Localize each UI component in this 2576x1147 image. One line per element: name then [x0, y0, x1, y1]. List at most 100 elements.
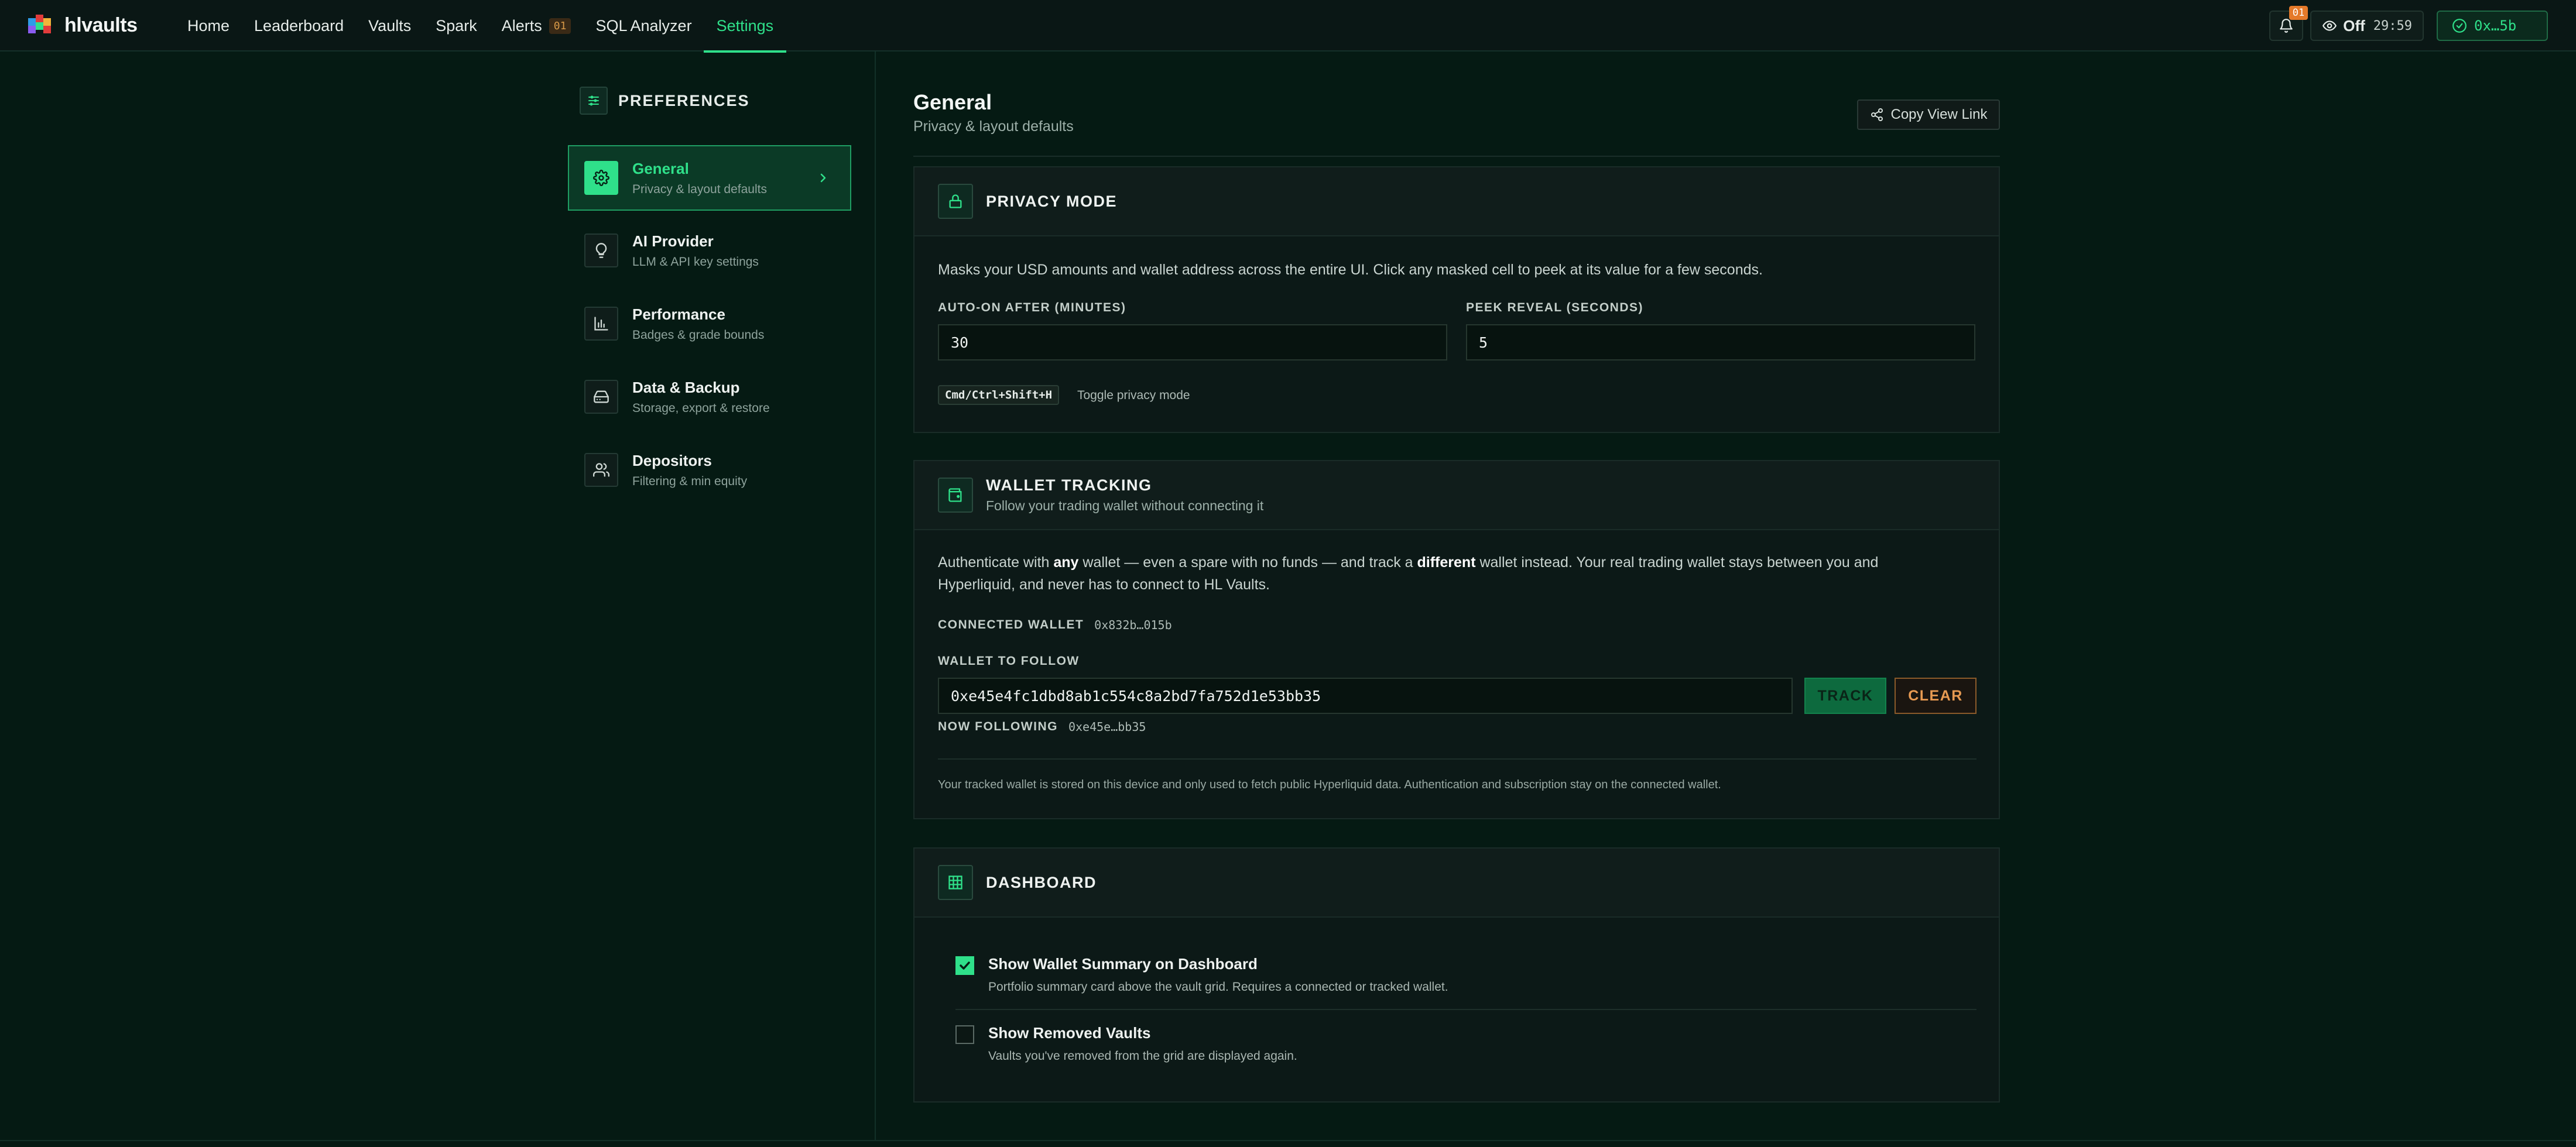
wallet-button[interactable]: 0x…5b [2437, 11, 2548, 41]
wallet-address: 0x…5b [2474, 18, 2517, 34]
preferences-title: PREFERENCES [618, 91, 750, 109]
sidebar-item-sub: Storage, export & restore [632, 401, 770, 415]
sidebar-item-sub: Privacy & layout defaults [632, 182, 767, 196]
sidebar-item-data-backup[interactable]: Data & Backup Storage, export & restore [568, 364, 851, 430]
copy-view-link-label: Copy View Link [1890, 107, 1988, 122]
brand-name: hlvaults [64, 14, 138, 36]
nav-vaults-label: Vaults [368, 16, 412, 35]
bell-icon [2280, 19, 2293, 33]
privacy-toggle-button[interactable]: Off 29:59 [2310, 11, 2424, 41]
nav-leaderboard-label: Leaderboard [254, 16, 344, 35]
lock-icon [938, 184, 973, 219]
desc-bold: different [1417, 554, 1476, 571]
hard-drive-icon [584, 380, 618, 414]
sidebar-item-text: Data & Backup Storage, export & restore [632, 379, 770, 415]
sidebar-item-label: Depositors [632, 451, 712, 469]
show-wallet-summary-option[interactable]: Show Wallet Summary on Dashboard Portfol… [955, 955, 1448, 994]
nav-spark-label: Spark [436, 16, 477, 35]
nav-vaults[interactable]: Vaults [368, 0, 411, 51]
now-following-row: NOW FOLLOWING 0xe45e…bb35 [938, 720, 1146, 734]
logo-mark-icon [28, 14, 57, 37]
nav-home-label: Home [187, 16, 230, 35]
nav-spark[interactable]: Spark [436, 0, 477, 51]
sidebar-item-performance[interactable]: Performance Badges & grade bounds [568, 291, 851, 356]
show-wallet-summary-checkbox[interactable] [955, 956, 974, 975]
grid-icon [938, 865, 973, 900]
peek-reveal-seconds-input[interactable]: 5 [1466, 324, 1975, 360]
nav-settings-label: Settings [716, 16, 774, 35]
privacy-shortcut-kbd: Cmd/Ctrl+Shift+H [938, 385, 1060, 405]
wallet-tracking-subtitle: Follow your trading wallet without conne… [986, 498, 1264, 513]
bar-chart-icon [584, 307, 618, 341]
nav-leaderboard[interactable]: Leaderboard [254, 0, 344, 51]
sidebar-item-depositors[interactable]: Depositors Filtering & min equity [568, 437, 851, 503]
wallet-to-follow-label: WALLET TO FOLLOW [938, 654, 1080, 668]
nav-settings[interactable]: Settings [703, 0, 786, 53]
privacy-mode-card: PRIVACY MODE Masks your USD amounts and … [913, 166, 2000, 433]
brand-logo[interactable]: hlvaults [28, 14, 138, 37]
sidebar-item-label: Data & Backup [632, 378, 740, 396]
wallet-to-follow-input[interactable]: 0xe45e4fc1dbd8ab1c554c8a2bd7fa752d1e53bb… [938, 678, 1793, 714]
copy-view-link-button[interactable]: Copy View Link [1857, 99, 2000, 130]
sliders-icon [580, 87, 608, 115]
option-sub: Portfolio summary card above the vault g… [988, 980, 1448, 994]
top-actions: 01 Off 29:59 0x…5b [2269, 6, 2548, 41]
dashboard-divider [955, 1009, 1976, 1010]
footer-divider [0, 1140, 2576, 1141]
sidebar-item-text: Performance Badges & grade bounds [632, 305, 764, 342]
users-icon [584, 453, 618, 487]
dashboard-card: DASHBOARD Show Wallet Summary on Dashboa… [913, 847, 2000, 1103]
clear-button[interactable]: CLEAR [1895, 678, 1976, 714]
nav-alerts[interactable]: Alerts 01 [502, 0, 571, 51]
dashboard-body: Show Wallet Summary on Dashboard Portfol… [914, 918, 1999, 1104]
privacy-mode-header: PRIVACY MODE [914, 167, 1999, 236]
now-following-label: NOW FOLLOWING [938, 720, 1058, 733]
option-text: Show Removed Vaults Vaults you've remove… [988, 1024, 1297, 1063]
option-label: Show Wallet Summary on Dashboard [988, 955, 1258, 973]
wallet-tracking-card: WALLET TRACKING Follow your trading wall… [913, 460, 2000, 819]
track-button[interactable]: TRACK [1804, 678, 1886, 714]
option-label: Show Removed Vaults [988, 1024, 1151, 1042]
desc-part: Authenticate with [938, 554, 1054, 571]
sidebar-item-general[interactable]: General Privacy & layout defaults [568, 145, 851, 211]
sidebar-item-text: Depositors Filtering & min equity [632, 452, 747, 489]
dashboard-header: DASHBOARD [914, 849, 1999, 918]
show-removed-vaults-option[interactable]: Show Removed Vaults Vaults you've remove… [955, 1024, 1297, 1063]
wallet-tracking-description: Authenticate with any wallet — even a sp… [938, 551, 1933, 596]
nav-sql-analyzer-label: SQL Analyzer [595, 16, 692, 35]
sidebar-divider [875, 51, 876, 1140]
auto-on-minutes-input[interactable]: 30 [938, 324, 1447, 360]
wallet-tracking-title: WALLET TRACKING [986, 476, 1152, 494]
notifications-count-badge: 01 [2289, 6, 2308, 20]
wallet-tracking-heading: WALLET TRACKING Follow your trading wall… [986, 476, 1263, 514]
option-text: Show Wallet Summary on Dashboard Portfol… [988, 955, 1448, 994]
notifications-button[interactable]: 01 [2269, 6, 2308, 41]
show-removed-vaults-checkbox[interactable] [955, 1025, 974, 1044]
sidebar-item-sub: Badges & grade bounds [632, 328, 765, 342]
privacy-timer: 29:59 [2373, 18, 2412, 33]
checkmark-icon [960, 961, 970, 970]
header-divider [913, 156, 2000, 157]
alerts-count-badge: 01 [549, 18, 571, 34]
sidebar-item-label: General [632, 159, 689, 177]
page-title: General [913, 90, 992, 114]
wallet-footnote: Your tracked wallet is stored on this de… [938, 778, 1721, 791]
sidebar-item-label: AI Provider [632, 232, 714, 250]
lightbulb-icon [584, 233, 618, 267]
connected-wallet-value: 0x832b…015b [1094, 618, 1172, 632]
wallet-icon [938, 478, 973, 513]
option-sub: Vaults you've removed from the grid are … [988, 1049, 1297, 1063]
desc-part: wallet — even a spare with no funds — an… [1078, 554, 1417, 571]
preferences-header: PREFERENCES [580, 87, 750, 115]
desc-bold: any [1053, 554, 1079, 571]
dashboard-title: DASHBOARD [986, 873, 1097, 891]
top-navbar: hlvaults Home Leaderboard Vaults Spark A… [0, 0, 2576, 53]
sidebar-item-ai-provider[interactable]: AI Provider LLM & API key settings [568, 218, 851, 283]
chevron-right-icon [820, 173, 826, 183]
wallet-divider [938, 758, 1976, 760]
auto-on-label: AUTO-ON AFTER (MINUTES) [938, 301, 1126, 314]
nav-sql-analyzer[interactable]: SQL Analyzer [595, 0, 691, 51]
nav-home[interactable]: Home [187, 0, 229, 51]
privacy-shortcut-hint: Toggle privacy mode [1077, 389, 1190, 402]
sidebar-item-sub: Filtering & min equity [632, 474, 748, 488]
